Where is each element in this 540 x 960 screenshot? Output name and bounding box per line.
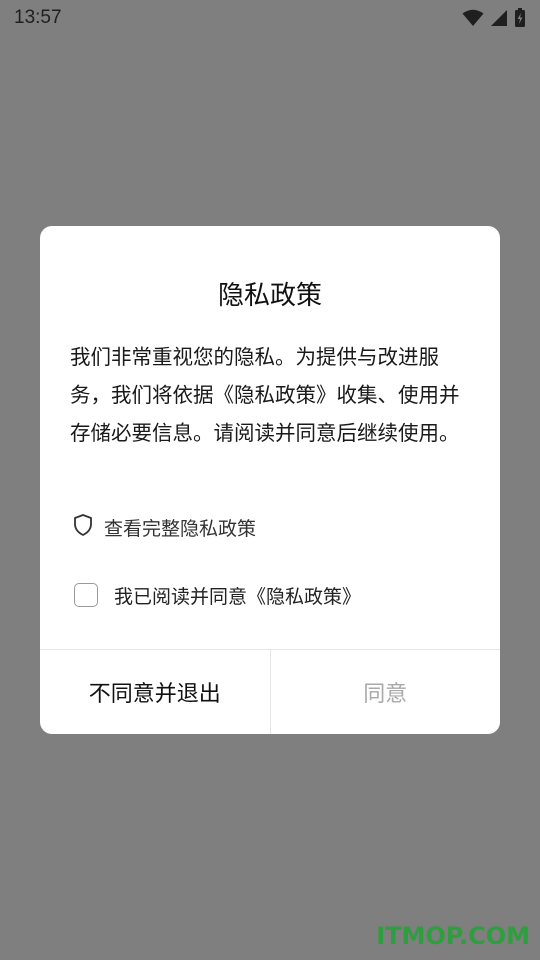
dialog-title: 隐私政策: [217, 281, 322, 311]
status-time: 13:57: [14, 7, 62, 28]
agree-button[interactable]: 同意: [271, 650, 501, 734]
view-full-policy-link[interactable]: 查看完整隐私政策: [72, 512, 256, 542]
watermark-logo: ITMOP.COM: [376, 922, 530, 950]
disagree-exit-button[interactable]: 不同意并退出: [40, 650, 271, 734]
view-full-policy-label: 查看完整隐私政策: [104, 517, 257, 540]
consent-row[interactable]: 我已阅读并同意《隐私政策》: [74, 580, 361, 610]
shield-icon: [72, 513, 94, 542]
battery-charging-icon: [514, 8, 526, 28]
privacy-dialog: 隐私政策 我们非常重视您的隐私。为提供与改进服务，我们将依据《隐私政策》收集、使…: [40, 226, 500, 734]
consent-label: 我已阅读并同意《隐私政策》: [114, 585, 362, 608]
dialog-actions: 不同意并退出 同意: [40, 649, 500, 734]
status-icons: [462, 8, 526, 28]
wifi-icon: [462, 9, 484, 27]
dialog-body: 我们非常重视您的隐私。为提供与改进服务，我们将依据《隐私政策》收集、使用并存储必…: [70, 345, 460, 445]
status-bar: 13:57: [0, 0, 540, 36]
cell-signal-icon: [490, 9, 508, 27]
consent-checkbox[interactable]: [74, 583, 98, 607]
